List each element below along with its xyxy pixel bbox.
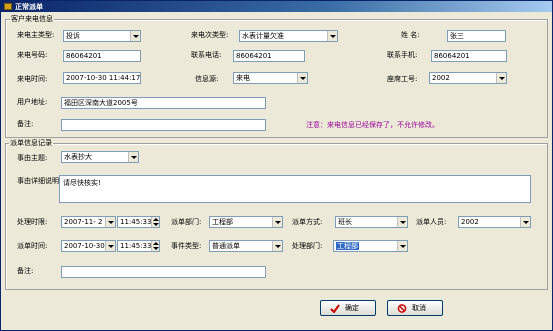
dispatch-method-label: 派单方式: [292,218,323,226]
dispatch-person-select[interactable]: 2002 [458,216,531,228]
dispatch-dept-label: 派单部门: [171,218,202,226]
contact-phone-field[interactable]: 86064201 [233,50,305,62]
main-type-select[interactable]: 投诉 [63,30,141,42]
event-type-label: 事件类型: [171,242,202,250]
chevron-down-icon[interactable] [397,241,407,251]
chevron-down-icon[interactable] [128,152,138,162]
call-time-field[interactable]: 2007-10-30 11:44:17 [63,72,141,84]
chevron-down-icon[interactable] [105,241,115,251]
dispatch-time-spinner[interactable]: 11:45:33 [117,240,160,252]
chevron-down-icon[interactable] [520,217,530,227]
name-label: 姓 名: [401,31,420,39]
dispatch-date-picker[interactable]: 2007-10-30 [61,240,116,252]
address-label: 用户地址: [17,98,48,106]
spin-arrows-icon[interactable] [151,217,159,227]
subject-label: 事由主题: [17,154,48,162]
mobile-label: 联系手机: [387,51,418,59]
dispatch-record-legend: 派单信息记录 [9,139,53,147]
chevron-down-icon[interactable] [496,73,506,83]
phone-label: 来电号码: [17,51,48,59]
info-source-label: 信息源: [195,75,219,83]
seat-id-select[interactable]: 2002 [429,72,507,84]
handle-dept-select[interactable]: 工程部 [333,240,408,252]
deadline-label: 处理时限: [17,218,48,226]
chevron-down-icon[interactable] [397,217,407,227]
customer-remark-field[interactable] [61,119,266,131]
chevron-down-icon[interactable] [105,217,115,227]
name-field[interactable]: 张三 [447,30,506,42]
dispatch-time-label: 派单时间: [17,242,48,250]
chevron-down-icon[interactable] [272,241,282,251]
chevron-down-icon[interactable] [130,31,140,41]
dispatch-dept-select[interactable]: 工程部 [209,216,283,228]
phone-field[interactable]: 86064201 [63,50,141,62]
chevron-down-icon[interactable] [272,217,282,227]
ok-button[interactable]: 确定 [320,300,376,316]
dispatch-remark-label: 备注: [17,267,34,275]
detail-label: 事由详细说明: [17,177,62,185]
handle-dept-label: 处理部门: [292,242,323,250]
deadline-date-picker[interactable]: 2007-11- 2 [61,216,116,228]
subject-select[interactable]: 水表抄大 [61,151,139,163]
dispatch-person-label: 派单人员: [416,218,447,226]
dispatch-method-select[interactable]: 班长 [335,216,408,228]
spin-arrows-icon[interactable] [151,241,159,251]
customer-remark-label: 备注: [17,120,34,128]
saved-notice: 注意：来电信息已经保存了，不允许修改。 [306,121,439,129]
seat-id-label: 座席工号: [387,75,418,83]
deadline-time-spinner[interactable]: 11:45:33 [117,216,160,228]
main-type-label: 来电主类型: [17,31,55,39]
cancel-button[interactable]: 取消 [387,300,443,316]
sub-type-select[interactable]: 水表计量欠准 [239,30,338,42]
mobile-field[interactable]: 86064201 [431,50,507,62]
checkmark-icon [330,304,340,313]
no-entry-icon [397,304,407,313]
detail-textarea[interactable]: 请尽快核实! [59,175,531,203]
title-bar: 正常派单 [1,1,552,12]
call-time-label: 来电时间: [17,75,48,83]
info-source-select[interactable]: 来电 [233,72,308,84]
customer-call-legend: 客户来电信息 [10,15,54,23]
chevron-down-icon[interactable] [297,73,307,83]
window-title: 正常派单 [15,3,43,11]
dispatch-remark-field[interactable] [61,266,266,278]
chevron-down-icon[interactable] [327,31,337,41]
event-type-select[interactable]: 普通派单 [209,240,283,252]
address-field[interactable]: 福田区深南大道2005号 [61,97,266,109]
app-icon [4,3,12,10]
sub-type-label: 来电次类型: [191,31,229,39]
dispatch-window: 正常派单 客户来电信息 来电主类型: 投诉 来电次类型: 水表计量欠准 姓 名:… [0,0,553,331]
contact-phone-label: 联系电话: [191,51,222,59]
